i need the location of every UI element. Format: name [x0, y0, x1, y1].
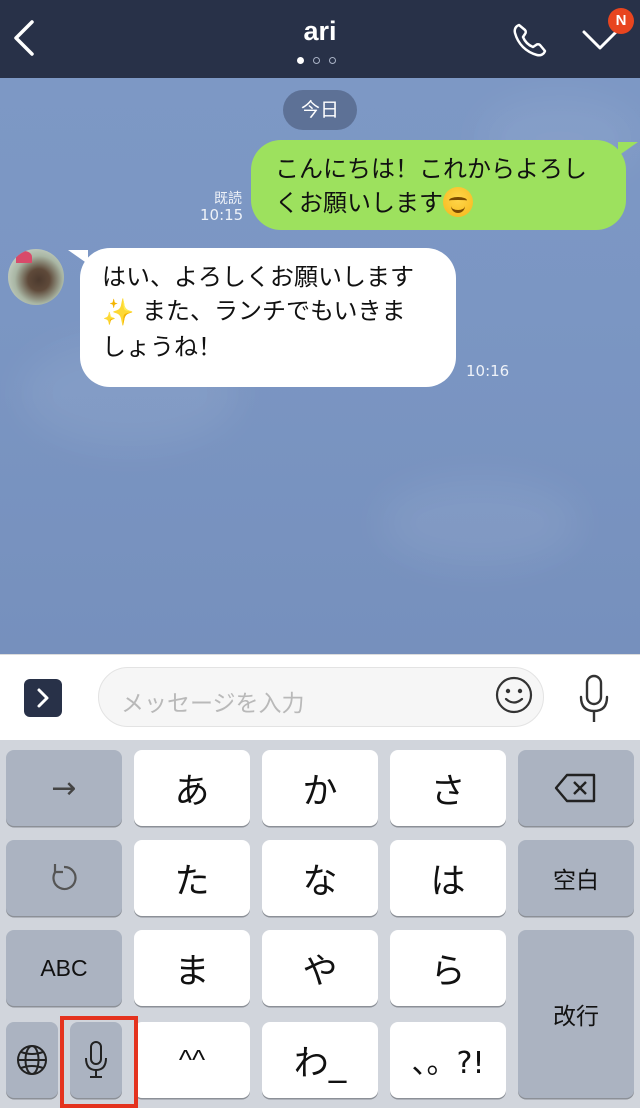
- message-text-line: こんにちは！これからよろし: [275, 155, 587, 183]
- key-label: →: [51, 770, 77, 806]
- punctuation-key[interactable]: 、。?!: [390, 1022, 506, 1098]
- page-dot: [313, 57, 320, 64]
- abc-mode-key[interactable]: ABC: [6, 930, 122, 1006]
- sparkles-icon: ✨: [102, 298, 135, 328]
- emoticon-key[interactable]: ^^: [134, 1022, 250, 1098]
- undo-key[interactable]: [6, 840, 122, 916]
- space-key[interactable]: 空白: [518, 840, 634, 916]
- date-separator: 今日: [283, 90, 357, 130]
- microphone-icon[interactable]: [576, 673, 612, 725]
- kana-key-a[interactable]: あ: [134, 750, 250, 826]
- chat-header: ari N: [0, 0, 640, 78]
- chat-area: 今日 既読 10:15 こんにちは！これからよろし くお願いします はい、よろし…: [0, 78, 640, 654]
- expand-menu-button[interactable]: [24, 679, 62, 717]
- page-dot: [329, 57, 336, 64]
- highlight-box: [60, 1016, 138, 1108]
- bubble-tail: [68, 250, 88, 264]
- kana-key-ka[interactable]: か: [262, 750, 378, 826]
- message-text: くお願いします: [275, 189, 443, 217]
- smiley-icon[interactable]: [494, 675, 534, 715]
- kana-key-ha[interactable]: は: [390, 840, 506, 916]
- delete-icon: [554, 773, 596, 803]
- kana-key-ra[interactable]: ら: [390, 930, 506, 1006]
- kana-key-wa[interactable]: わ_: [262, 1022, 378, 1098]
- globe-icon: [17, 1045, 47, 1075]
- message-text-line: くお願いします: [275, 186, 606, 220]
- notification-badge: N: [608, 8, 634, 34]
- avatar-hat: [16, 251, 32, 263]
- message-text-line: しょうね！: [102, 333, 222, 361]
- cursor-right-key[interactable]: →: [6, 750, 122, 826]
- page-indicator: [297, 57, 336, 64]
- globe-key[interactable]: [6, 1022, 58, 1098]
- kana-key-ya[interactable]: や: [262, 930, 378, 1006]
- message-text: また、ランチでもいきま: [142, 297, 406, 325]
- kana-key-ta[interactable]: た: [134, 840, 250, 916]
- page-dot: [297, 57, 304, 64]
- contact-avatar[interactable]: [8, 249, 64, 305]
- kana-key-na[interactable]: な: [262, 840, 378, 916]
- message-input-bar: メッセージを入力: [0, 654, 640, 740]
- message-time: 10:15: [200, 206, 244, 224]
- return-key[interactable]: 改行: [518, 930, 634, 1098]
- bubble-tail: [618, 142, 638, 156]
- input-placeholder: メッセージを入力: [121, 691, 305, 717]
- chevron-right-icon: [37, 688, 49, 708]
- message-time: 10:16: [466, 362, 510, 380]
- background-cloud: [380, 478, 580, 568]
- smiling-face-icon: [443, 187, 473, 217]
- undo-icon: [52, 864, 77, 891]
- kana-key-ma[interactable]: ま: [134, 930, 250, 1006]
- kana-key-sa[interactable]: さ: [390, 750, 506, 826]
- message-text-line: ✨ また、ランチでもいきま: [102, 294, 438, 330]
- message-text-line: はい、よろしくお願いします: [102, 263, 414, 291]
- delete-key[interactable]: [518, 750, 634, 826]
- incoming-message-bubble[interactable]: はい、よろしくお願いします ✨ また、ランチでもいきま しょうね！: [68, 248, 456, 387]
- outgoing-message-bubble[interactable]: こんにちは！これからよろし くお願いします: [251, 140, 638, 230]
- message-input[interactable]: メッセージを入力: [98, 667, 544, 727]
- phone-icon[interactable]: [510, 20, 550, 60]
- read-receipt: 既読: [214, 191, 242, 207]
